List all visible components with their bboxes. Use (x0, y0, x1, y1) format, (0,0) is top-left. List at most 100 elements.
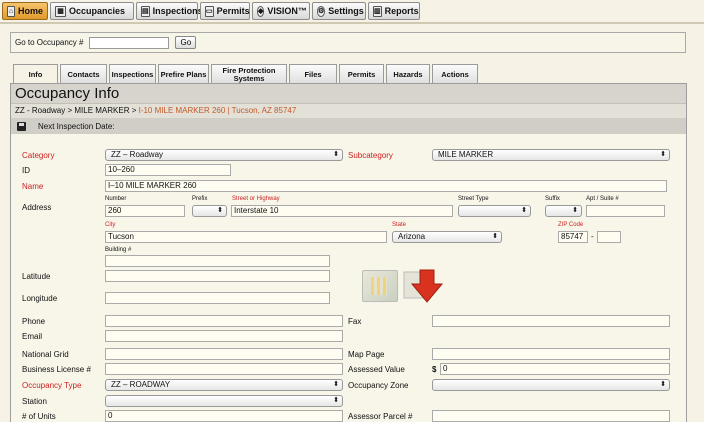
select-arrows-icon: ⬍ (217, 207, 223, 214)
prefix-select[interactable]: ⬍ (192, 205, 227, 217)
state-select[interactable]: Arizona ⬍ (392, 231, 502, 243)
tab-actions[interactable]: Actions (432, 64, 478, 84)
tab-files[interactable]: Files (289, 64, 337, 84)
street-type-label: Street Type (458, 196, 489, 202)
city-field[interactable]: Tucson (105, 231, 387, 243)
chart-icon: ▥ (373, 5, 382, 17)
zip-field[interactable]: 85747 (558, 231, 588, 243)
tab-info[interactable]: Info (13, 64, 58, 85)
document-icon: ▭ (205, 5, 214, 17)
units-field[interactable]: 0 (105, 410, 343, 422)
select-arrows-icon: ⬍ (572, 207, 578, 214)
email-label: Email (22, 332, 43, 341)
national-grid-field[interactable] (105, 348, 343, 360)
nav-reports-label: Reports (384, 6, 419, 16)
business-license-label: Business License # (22, 365, 91, 374)
fax-field[interactable] (432, 315, 670, 327)
nav-home-button[interactable]: ⌂ Home (2, 2, 48, 20)
number-label: Number (105, 196, 127, 202)
apt-field[interactable] (586, 205, 665, 217)
nav-divider (0, 22, 704, 24)
parcel-field[interactable] (432, 410, 670, 422)
id-label: ID (22, 166, 30, 175)
latitude-field[interactable] (105, 270, 330, 282)
tab-contacts[interactable]: Contacts (60, 64, 107, 84)
zip-ext-field[interactable] (597, 231, 621, 243)
nav-inspections-label: Inspections (152, 6, 203, 16)
suffix-label: Suffix (545, 196, 560, 202)
nav-settings-label: Settings (328, 6, 364, 16)
nav-vision-button[interactable]: ◆ VISION™ (252, 2, 310, 20)
nav-inspections-button[interactable]: ▤ Inspections (136, 2, 203, 20)
fax-label: Fax (348, 317, 362, 326)
station-select[interactable]: ⬍ (105, 395, 343, 407)
street-type-select[interactable]: ⬍ (458, 205, 531, 217)
select-arrows-icon: ⬍ (521, 207, 527, 214)
national-grid-label: National Grid (22, 350, 69, 359)
parcel-label: Assessor Parcel # (348, 412, 413, 421)
select-arrows-icon: ⬍ (333, 397, 339, 404)
subcategory-select[interactable]: MILE MARKER ⬍ (432, 149, 670, 161)
building-label: Building # (105, 247, 132, 253)
assessed-value-field[interactable]: 0 (440, 363, 670, 375)
nav-occupancies-label: Occupancies (69, 6, 126, 16)
select-arrows-icon: ⬍ (492, 233, 498, 240)
street-field[interactable]: Interstate 10 (231, 205, 453, 217)
category-value: ZZ – Roadway (111, 150, 164, 159)
nav-reports-button[interactable]: ▥ Reports (368, 2, 420, 20)
street-label: Street or Highway (232, 196, 280, 202)
nav-occupancies-button[interactable]: ▦ Occupancies (50, 2, 134, 20)
zip-label: ZIP Code (558, 222, 584, 228)
building-field[interactable] (105, 255, 330, 267)
prefix-label: Prefix (192, 196, 208, 202)
tab-bar: Info Contacts Inspections Prefire Plans … (13, 64, 478, 85)
apt-label: Apt / Suite # (586, 196, 619, 202)
goto-label: Go to Occupancy # (15, 38, 84, 47)
gear-icon: ⚙ (317, 5, 326, 17)
breadcrumb-current: I-10 MILE MARKER 260 | Tucson, AZ 85747 (138, 106, 297, 115)
tab-fire-protection-systems[interactable]: Fire Protection Systems (211, 64, 287, 84)
occupancy-type-label: Occupancy Type (22, 381, 82, 390)
email-field[interactable] (105, 330, 343, 342)
occupancy-type-select[interactable]: ZZ – ROADWAY ⬍ (105, 379, 343, 391)
page-title: Occupancy Info (11, 84, 686, 104)
save-icon[interactable] (17, 121, 26, 131)
state-value: Arizona (398, 232, 426, 241)
suffix-select[interactable]: ⬍ (545, 205, 582, 217)
occupancy-zone-label: Occupancy Zone (348, 381, 409, 390)
home-icon: ⌂ (7, 5, 15, 17)
tab-prefire-plans[interactable]: Prefire Plans (158, 64, 209, 84)
phone-field[interactable] (105, 315, 343, 327)
map-icon[interactable] (362, 270, 398, 302)
go-button[interactable]: Go (175, 36, 197, 49)
number-field[interactable]: 260 (105, 205, 185, 217)
tab-permits[interactable]: Permits (339, 64, 384, 84)
id-field[interactable]: 10–260 (105, 164, 231, 176)
subcategory-value: MILE MARKER (438, 150, 494, 159)
business-license-field[interactable] (105, 363, 343, 375)
breadcrumb-path: ZZ - Roadway > MILE MARKER > (15, 106, 139, 115)
station-label: Station (22, 397, 47, 406)
longitude-field[interactable] (105, 292, 330, 304)
tab-inspections[interactable]: Inspections (109, 64, 156, 84)
latitude-label: Latitude (22, 272, 51, 281)
state-label: State (392, 222, 407, 228)
down-arrow-icon[interactable] (402, 268, 448, 306)
select-arrows-icon: ⬍ (660, 151, 666, 158)
select-arrows-icon: ⬍ (660, 381, 666, 388)
next-inspection-label: Next Inspection Date: (38, 121, 115, 131)
occupancy-zone-select[interactable]: ⬍ (432, 379, 670, 391)
phone-label: Phone (22, 317, 46, 326)
category-select[interactable]: ZZ – Roadway ⬍ (105, 149, 343, 161)
nav-settings-button[interactable]: ⚙ Settings (312, 2, 366, 20)
address-label: Address (22, 203, 52, 212)
tab-hazards[interactable]: Hazards (386, 64, 430, 84)
select-arrows-icon: ⬍ (333, 151, 339, 158)
top-nav: ⌂ Home ▦ Occupancies ▤ Inspections ▭ Permits… (2, 2, 420, 22)
nav-permits-button[interactable]: ▭ Permits (200, 2, 250, 20)
name-label: Name (22, 182, 44, 191)
name-field[interactable]: I–10 MILE MARKER 260 (105, 180, 667, 192)
goto-occupancy-input[interactable] (89, 36, 170, 49)
city-label: City (105, 222, 116, 228)
map-page-field[interactable] (432, 348, 670, 360)
